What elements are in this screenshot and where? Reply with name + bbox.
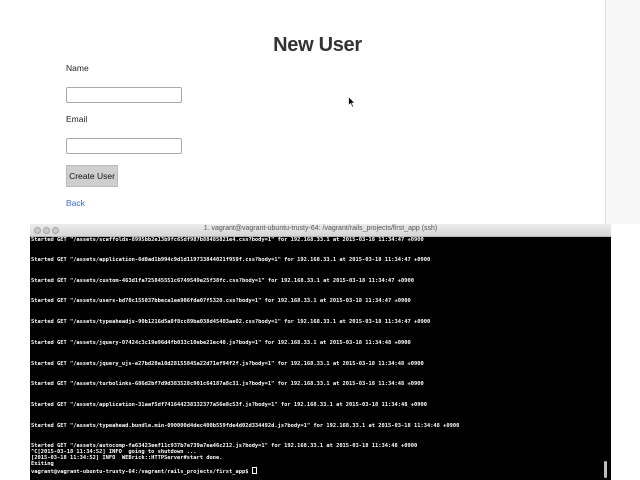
name-label: Name [66, 63, 89, 73]
email-label: Email [66, 114, 88, 124]
mouse-pointer-icon [348, 96, 356, 108]
log-line: Started GET "/assets/typeaheadjs-90b1216… [31, 319, 431, 325]
name-input[interactable] [66, 87, 182, 103]
log-line: Started GET "/assets/typeahead.bundle.mi… [31, 423, 460, 429]
log-line: Started GET "/assets/application-6d0ad1b… [31, 257, 431, 263]
terminal-title: 1. vagrant@vagrant-ubuntu-trusty-64: /va… [203, 225, 438, 232]
shutdown-line: [2015-03-18 11:34:52] INFO WEBrick::HTTP… [31, 455, 223, 461]
log-line: Started GET "/assets/users-bd70c155037bb… [31, 298, 411, 304]
back-link[interactable]: Back [66, 198, 85, 208]
terminal-cursor [251, 467, 257, 474]
terminal-scrollbar[interactable] [604, 461, 607, 478]
log-line: Started GET "/assets/custom-463d1fa72584… [31, 278, 414, 284]
browser-page: New User Name Email Create User Back [0, 0, 605, 224]
terminal-titlebar[interactable]: 1. vagrant@vagrant-ubuntu-trusty-64: /va… [30, 224, 611, 237]
create-user-button[interactable]: Create User [66, 165, 118, 187]
shell-prompt: vagrant@vagrant-ubuntu-trusty-64:/vagran… [31, 469, 252, 475]
page-title: New User [273, 34, 362, 56]
terminal-window: 1. vagrant@vagrant-ubuntu-trusty-64: /va… [30, 224, 611, 480]
log-line: Started GET "/assets/jquery-07424c3c19e9… [31, 340, 411, 346]
log-line: Started GET "/assets/jquery_ujs-e27bd20a… [31, 361, 424, 367]
log-line: Started GET "/assets/turbolinks-686d2bf7… [31, 381, 424, 387]
email-input[interactable] [66, 138, 182, 154]
terminal-output[interactable]: Started GET "/assets/scaffolds-8995bb2e1… [30, 237, 603, 480]
log-line: Started GET "/assets/scaffolds-8995bb2e1… [31, 237, 424, 243]
shell-prompt-line[interactable]: vagrant@vagrant-ubuntu-trusty-64:/vagran… [31, 467, 257, 475]
log-line: Started GET "/assets/application-31aaf5d… [31, 402, 427, 408]
browser-side-panel [605, 0, 640, 224]
